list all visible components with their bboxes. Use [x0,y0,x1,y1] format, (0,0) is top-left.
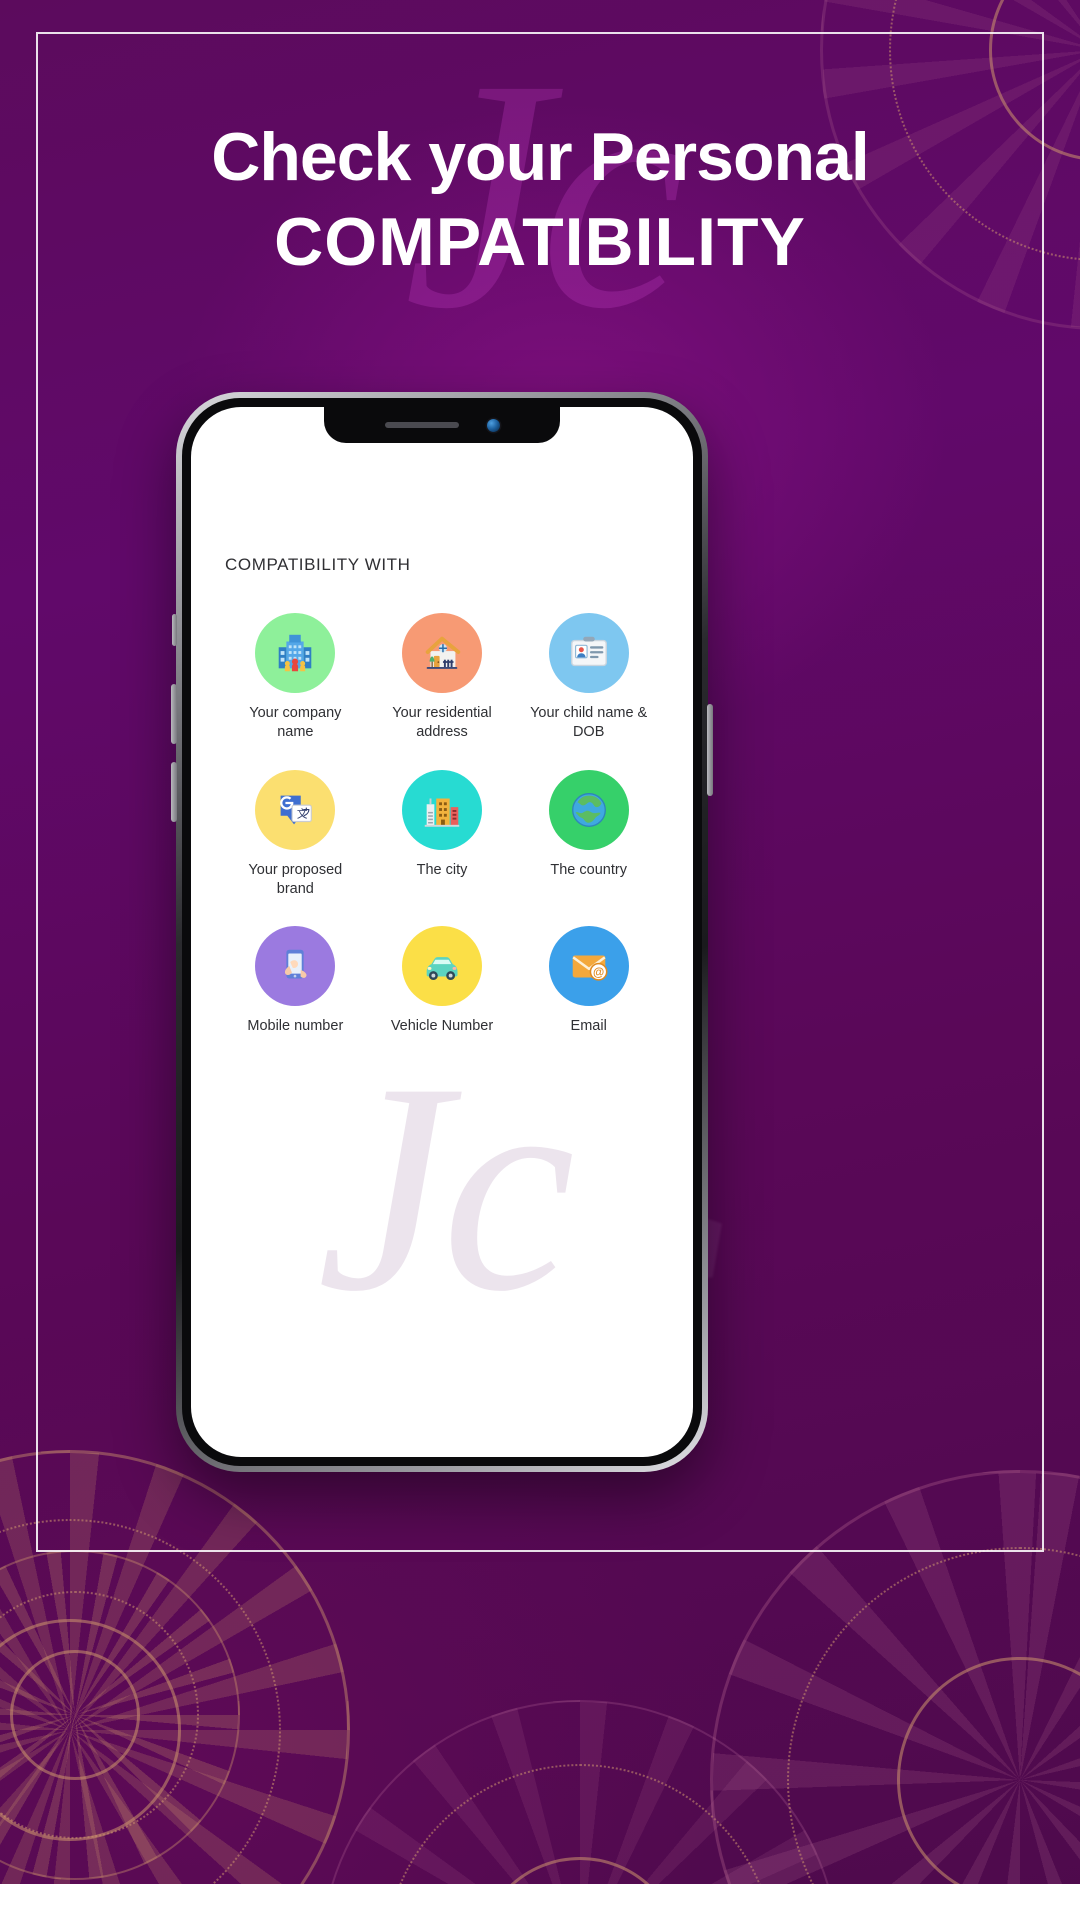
silent-switch[interactable] [172,614,177,646]
section-title: COMPATIBILITY WITH [225,555,411,574]
house-icon [425,636,461,669]
headline-line-1: Check your Personal [211,119,869,195]
tile-mobile-number[interactable]: Mobile number [225,926,366,1036]
tile-label: Your company name [249,705,342,740]
tile-icon-background [401,613,482,693]
office-building-icon [279,634,312,672]
mandala-decoration-bottom-left-small [0,1550,240,1880]
tile-label: Your proposed brand [248,861,343,897]
tile-icon-background [548,613,629,693]
compatibility-grid: Your company name Your residential addre… [225,613,659,1036]
power-button[interactable] [707,704,713,796]
app-content: COMPATIBILITY WITH Your company name You… [191,407,693,1457]
tile-country[interactable]: The country [518,769,659,899]
tile-company-name[interactable]: Your company name [225,613,366,742]
phone-notch [324,407,560,443]
tile-residential-address[interactable]: Your residential address [372,613,513,742]
tile-city[interactable]: The city [372,769,513,899]
tile-icon-background [255,613,336,693]
promo-headline: Check your Personal COMPATIBILITY [0,119,1080,281]
google-translate-icon: 文 [280,795,313,825]
tile-child-name-dob[interactable]: Your child name & DOB [518,613,659,742]
tile-icon-background: 文 [255,769,336,850]
tile-icon-background [548,769,629,850]
svg-text:@: @ [593,967,604,979]
mobile-phone-icon [285,950,307,979]
tile-vehicle-number[interactable]: Vehicle Number [372,926,513,1036]
tile-label: Email [570,1018,607,1035]
tile-label: Your residential address [392,705,492,740]
front-camera-icon [486,418,500,432]
tile-icon-background [255,926,336,1007]
mandala-decoration-bottom-left [0,1450,350,1920]
tile-email[interactable]: @ Email [518,926,659,1036]
headline-line-2: COMPATIBILITY [274,204,806,281]
tile-label: Your child name & DOB [530,705,648,740]
tile-icon-background [401,926,482,1007]
tile-proposed-brand[interactable]: 文 Your proposed brand [225,769,366,899]
phone-screen: Jc COMPATIBILITY WITH Your company name … [191,407,693,1457]
tile-label: The city [416,861,468,878]
phone-mockup: Jc COMPATIBILITY WITH Your company name … [171,392,713,1472]
bottom-white-strip [0,1884,1080,1920]
tile-label: The country [550,861,627,878]
id-card-icon [570,636,607,667]
tile-icon-background: @ [548,926,629,1007]
promo-stage: Jc Jc Check your Personal COMPATIBILITY … [0,0,1080,1920]
volume-down-button[interactable] [171,762,177,822]
email-envelope-icon: @ [572,955,608,982]
phone-bezel: Jc COMPATIBILITY WITH Your company name … [182,398,702,1466]
speaker-grille-icon [384,422,459,428]
tile-icon-background [401,769,482,850]
volume-up-button[interactable] [171,684,177,744]
tile-label: Mobile number [247,1018,344,1035]
mandala-decoration-bottom-right [710,1470,1080,1920]
car-icon [426,957,458,981]
globe-icon [571,792,606,827]
city-skyline-icon [424,798,460,827]
tile-label: Vehicle Number [390,1018,494,1035]
